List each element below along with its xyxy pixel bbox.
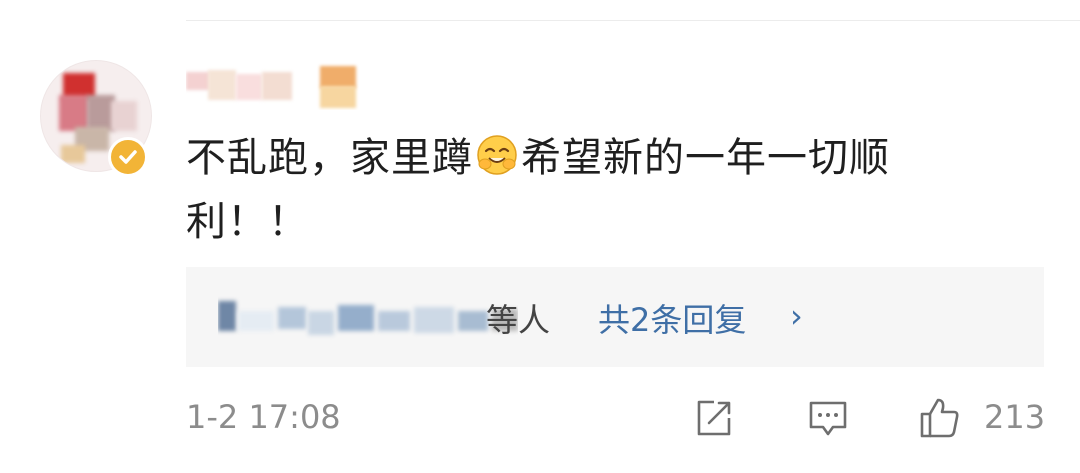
share-icon[interactable] bbox=[692, 396, 736, 440]
thumbs-up-icon[interactable] bbox=[918, 396, 962, 440]
timestamp: 1-2 17:08 bbox=[186, 398, 341, 436]
reply-names-suffix: 等人 bbox=[486, 301, 551, 339]
verified-badge bbox=[108, 137, 148, 177]
smiling-face-with-hands-emoji bbox=[477, 135, 517, 175]
reply-names-pixelated bbox=[218, 291, 518, 343]
comment-text-part1: 不乱跑，家里蹲 bbox=[186, 135, 473, 181]
reply-count-link[interactable]: 共2条回复 bbox=[598, 295, 746, 341]
replies-preview[interactable]: 等人 共2条回复 › bbox=[186, 267, 1044, 367]
comment-text: 不乱跑，家里蹲 希望新的一年一切顺利！！ bbox=[186, 126, 986, 254]
like-count: 213 bbox=[984, 398, 1046, 436]
checkmark-icon bbox=[119, 150, 137, 164]
comment-icon[interactable] bbox=[806, 396, 850, 440]
top-divider bbox=[186, 20, 1080, 21]
username-pixelated[interactable] bbox=[186, 60, 361, 110]
chevron-right-icon[interactable]: › bbox=[790, 297, 803, 335]
